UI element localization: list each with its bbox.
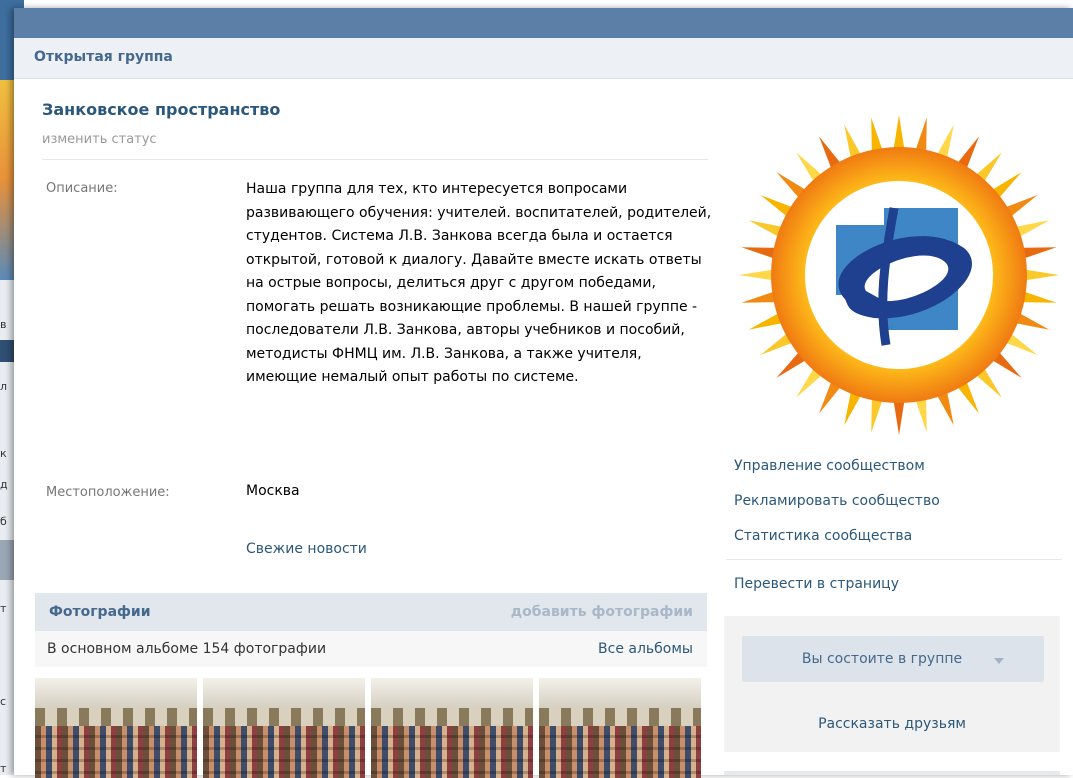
background-fragment: т xyxy=(0,762,7,775)
background-fragment: с xyxy=(0,695,7,708)
add-photos-link[interactable]: добавить фотографии xyxy=(511,604,693,620)
tell-friends-link[interactable]: Рассказать друзьям xyxy=(724,716,1060,732)
location-value: Москва xyxy=(246,483,300,499)
photos-title[interactable]: Фотографии xyxy=(49,604,151,620)
group-title: Занковское пространство xyxy=(42,100,281,119)
background-fragment: б xyxy=(0,515,7,528)
group-logo-icon[interactable] xyxy=(734,113,1064,448)
manage-community-link[interactable]: Управление сообществом xyxy=(734,458,925,474)
advertise-community-link[interactable]: Рекламировать сообщество xyxy=(734,493,940,509)
group-type-label: Открытая группа xyxy=(34,49,173,65)
background-fragment: л xyxy=(0,380,8,393)
membership-dropdown-button[interactable]: Вы состоите в группе xyxy=(742,636,1044,682)
divider xyxy=(726,559,1062,560)
change-status-link[interactable]: изменить статус xyxy=(42,132,157,147)
photo-thumbnail[interactable] xyxy=(203,678,365,778)
convert-to-page-link[interactable]: Перевести в страницу xyxy=(734,576,899,592)
background-fragment: в xyxy=(0,318,7,331)
background-fragment: к xyxy=(0,447,7,460)
background-fragment: д xyxy=(0,478,8,491)
album-count-text: В основном альбоме 154 фотографии xyxy=(47,641,327,657)
membership-label: Вы состоите в группе xyxy=(801,651,963,667)
fresh-news-link[interactable]: Свежие новости xyxy=(246,541,367,557)
sidebar-next-block xyxy=(724,771,1060,775)
community-stats-link[interactable]: Статистика сообщества xyxy=(734,528,912,544)
description-text: Наша группа для тех, кто интересуется во… xyxy=(246,181,712,385)
photo-thumbnail[interactable] xyxy=(371,678,533,778)
group-page-window: Открытая группа Занковское пространство … xyxy=(14,8,1073,778)
description-label: Описание: xyxy=(46,181,118,196)
photo-thumbnail[interactable] xyxy=(539,678,701,778)
all-albums-link[interactable]: Все альбомы xyxy=(598,641,693,657)
photos-header: Фотографии добавить фотографии xyxy=(35,593,707,631)
photos-subheader: В основном альбоме 154 фотографии Все ал… xyxy=(35,631,707,667)
chevron-down-icon xyxy=(994,658,1004,664)
background-fragment: т xyxy=(0,602,7,615)
photo-thumbnail[interactable] xyxy=(35,678,197,778)
divider xyxy=(42,159,708,160)
location-label: Местоположение: xyxy=(46,485,170,500)
membership-box: Вы состоите в группе Рассказать друзьям xyxy=(724,616,1060,752)
group-type-header: Открытая группа xyxy=(14,38,1073,79)
top-bar xyxy=(14,8,1073,38)
